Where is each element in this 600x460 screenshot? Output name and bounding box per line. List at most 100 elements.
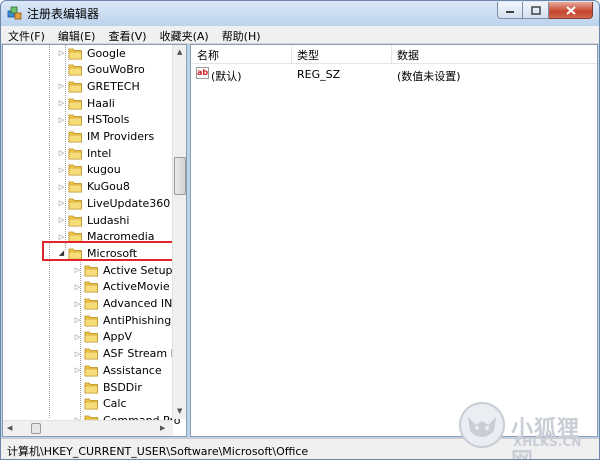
- expand-arrow-icon[interactable]: ▷: [57, 233, 66, 241]
- column-divider: [291, 45, 292, 63]
- value-data: (数值未设置): [397, 70, 461, 83]
- tree-item-label: GouWoBro: [87, 63, 145, 77]
- tree-item-label: GRETECH: [87, 79, 140, 93]
- tree-item[interactable]: ▷ AntiPhishing: [73, 312, 171, 328]
- menu-favorites[interactable]: 收藏夹(A): [153, 26, 215, 43]
- tree-item[interactable]: ▷ Haali: [57, 95, 115, 111]
- tree-item-label: ActiveMovie: [103, 280, 170, 294]
- registry-editor-icon: [7, 6, 22, 20]
- tree-item[interactable]: Calc: [73, 396, 127, 412]
- tree-item-label: Haali: [87, 96, 115, 110]
- status-bar: 计算机\HKEY_CURRENT_USER\Software\Microsoft…: [1, 438, 599, 459]
- tree-vertical-scroll-thumb[interactable]: [174, 157, 186, 195]
- expand-arrow-icon[interactable]: ▷: [57, 216, 66, 224]
- tree-item[interactable]: ▷ ASF Stream De: [73, 346, 186, 362]
- tree-item[interactable]: ▷ Advanced INF: [73, 296, 179, 312]
- window-controls: [497, 2, 593, 20]
- folder-icon: [84, 398, 98, 410]
- folder-icon: [68, 215, 82, 226]
- folder-icon: [68, 164, 82, 176]
- expand-arrow-icon[interactable]: ▷: [73, 283, 82, 291]
- tree-item[interactable]: ▷ KuGou8: [57, 179, 130, 195]
- title-bar[interactable]: 注册表编辑器: [1, 1, 599, 25]
- tree-item[interactable]: ▷ Intel: [57, 145, 112, 161]
- tree-item[interactable]: ▷ GRETECH: [57, 78, 140, 94]
- column-data[interactable]: 数据: [397, 47, 419, 63]
- folder-icon: [84, 331, 98, 343]
- folder-icon: [84, 348, 98, 360]
- expand-arrow-icon[interactable]: ▷: [73, 316, 82, 324]
- menu-bar: 文件(F) 编辑(E) 查看(V) 收藏夹(A) 帮助(H): [1, 26, 599, 44]
- folder-icon: [68, 131, 82, 143]
- expand-arrow-icon[interactable]: ▷: [57, 116, 66, 124]
- folder-icon: [68, 48, 82, 59]
- column-name[interactable]: 名称: [197, 47, 219, 63]
- folder-icon: [68, 64, 82, 76]
- tree-item-label: BSDDir: [103, 380, 142, 394]
- expand-arrow-icon[interactable]: ▷: [57, 166, 66, 174]
- expand-arrow-icon[interactable]: ▷: [73, 300, 82, 308]
- tree-item[interactable]: ▷ LiveUpdate360: [57, 195, 171, 211]
- folder-icon: [68, 181, 82, 193]
- tree-horizontal-scroll-thumb[interactable]: [31, 423, 41, 434]
- tree-item[interactable]: ▷ Active Setup: [73, 262, 173, 278]
- scroll-up-arrow-icon[interactable]: ▲: [177, 48, 182, 56]
- expand-arrow-icon[interactable]: ▷: [57, 199, 66, 207]
- menu-view[interactable]: 查看(V): [101, 26, 152, 43]
- tree-item[interactable]: ▷ Ludashi: [57, 212, 130, 228]
- expand-arrow-icon[interactable]: ▷: [73, 350, 82, 358]
- tree-item[interactable]: ▷ Assistance: [73, 362, 162, 378]
- values-pane[interactable]: 名称 类型 数据 ab (默认) REG_SZ (数值未设置): [190, 44, 598, 437]
- tree-item[interactable]: BSDDir: [73, 379, 142, 395]
- tree-item[interactable]: ▷ AppV: [73, 329, 132, 345]
- value-row[interactable]: ab (默认) REG_SZ (数值未设置): [191, 65, 597, 83]
- string-value-icon: ab: [196, 67, 209, 79]
- tree-item-label: Calc: [103, 397, 127, 411]
- expand-arrow-icon[interactable]: ▷: [73, 333, 82, 341]
- tree-vertical-scrollbar[interactable]: ▲ ▼: [172, 45, 186, 419]
- tree-item-label: KuGou8: [87, 180, 130, 194]
- tree-item-label: HSTools: [87, 113, 130, 127]
- column-type[interactable]: 类型: [297, 47, 319, 63]
- minimize-icon: [506, 11, 514, 13]
- menu-edit[interactable]: 编辑(E): [51, 26, 102, 43]
- expand-arrow-icon[interactable]: ▷: [57, 183, 66, 191]
- folder-icon: [68, 114, 82, 126]
- minimize-button[interactable]: [497, 2, 523, 19]
- selected-key-highlight: [42, 241, 175, 261]
- scroll-right-arrow-icon[interactable]: ▶: [160, 424, 165, 432]
- expand-arrow-icon[interactable]: ▷: [57, 149, 66, 157]
- expand-arrow-icon[interactable]: ▷: [73, 266, 82, 274]
- expand-arrow-icon[interactable]: ▷: [73, 366, 82, 374]
- tree-item[interactable]: GouWoBro: [57, 62, 145, 78]
- close-button[interactable]: [549, 2, 593, 19]
- tree-item[interactable]: IM Providers: [57, 129, 154, 145]
- scroll-down-arrow-icon[interactable]: ▼: [177, 407, 182, 415]
- close-icon: [565, 5, 576, 15]
- tree-item-label: AppV: [103, 330, 133, 344]
- menu-help[interactable]: 帮助(H): [215, 26, 267, 43]
- expand-arrow-icon[interactable]: ▷: [57, 99, 66, 107]
- maximize-button[interactable]: [523, 2, 549, 19]
- tree-item[interactable]: ▷ Google: [57, 45, 126, 61]
- status-path: 计算机\HKEY_CURRENT_USER\Software\Microsoft…: [7, 445, 309, 458]
- tree-item-label: IM Providers: [87, 130, 155, 143]
- tree-item[interactable]: ▷ ActiveMovie: [73, 279, 170, 295]
- tree-horizontal-scrollbar[interactable]: ◀ ▶: [3, 420, 173, 436]
- expand-arrow-icon[interactable]: ▷: [57, 49, 66, 57]
- scroll-left-arrow-icon[interactable]: ◀: [7, 424, 12, 432]
- folder-icon: [84, 365, 98, 377]
- tree-item[interactable]: ▷ HSTools: [57, 112, 130, 128]
- column-divider: [391, 45, 392, 63]
- menu-file[interactable]: 文件(F): [1, 26, 51, 43]
- tree-item-label: Assistance: [103, 363, 162, 377]
- watermark-url: XHLKS.CN: [513, 435, 582, 449]
- folder-icon: [84, 315, 98, 327]
- watermark-fox-logo-icon: [459, 402, 505, 448]
- value-type: REG_SZ: [297, 68, 341, 81]
- registry-tree-pane[interactable]: ▷ Google GouWoBro ▷ GRETECH ▷ Haali ▷ HSTools IM …: [2, 44, 187, 437]
- expand-arrow-icon[interactable]: ▷: [57, 82, 66, 90]
- tree-item[interactable]: ▷ kugou: [57, 162, 121, 178]
- folder-icon: [84, 382, 98, 393]
- folder-icon: [68, 198, 82, 210]
